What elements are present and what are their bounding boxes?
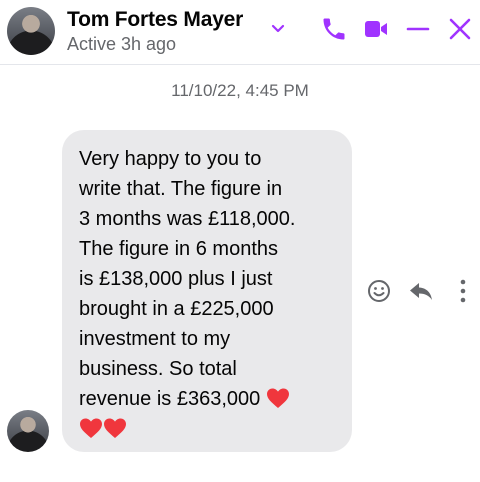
chat-header: Tom Fortes Mayer Active 3h ago — [0, 0, 480, 65]
message-bubble[interactable]: Very happy to you to write that. The fig… — [62, 130, 352, 452]
contact-name[interactable]: Tom Fortes Mayer — [67, 8, 243, 32]
active-status: Active 3h ago — [67, 34, 177, 54]
avatar[interactable] — [7, 7, 55, 55]
heart-emoji — [104, 418, 126, 438]
reply-icon[interactable] — [408, 278, 434, 304]
sender-avatar[interactable] — [7, 410, 49, 452]
message-text: Very happy to you to write that. The fig… — [79, 144, 336, 444]
smiley-icon[interactable] — [366, 278, 392, 304]
chevron-down-icon[interactable] — [268, 18, 288, 38]
video-icon[interactable] — [362, 15, 390, 43]
message-timestamp: 11/10/22, 4:45 PM — [171, 81, 309, 100]
message-body: Very happy to you to write that. The fig… — [79, 148, 296, 410]
heart-emoji — [266, 388, 289, 408]
minimize-icon[interactable] — [404, 15, 432, 43]
more-vertical-icon[interactable] — [450, 278, 476, 304]
close-icon[interactable] — [446, 15, 474, 43]
heart-emoji — [80, 418, 102, 438]
phone-icon[interactable] — [320, 15, 348, 43]
